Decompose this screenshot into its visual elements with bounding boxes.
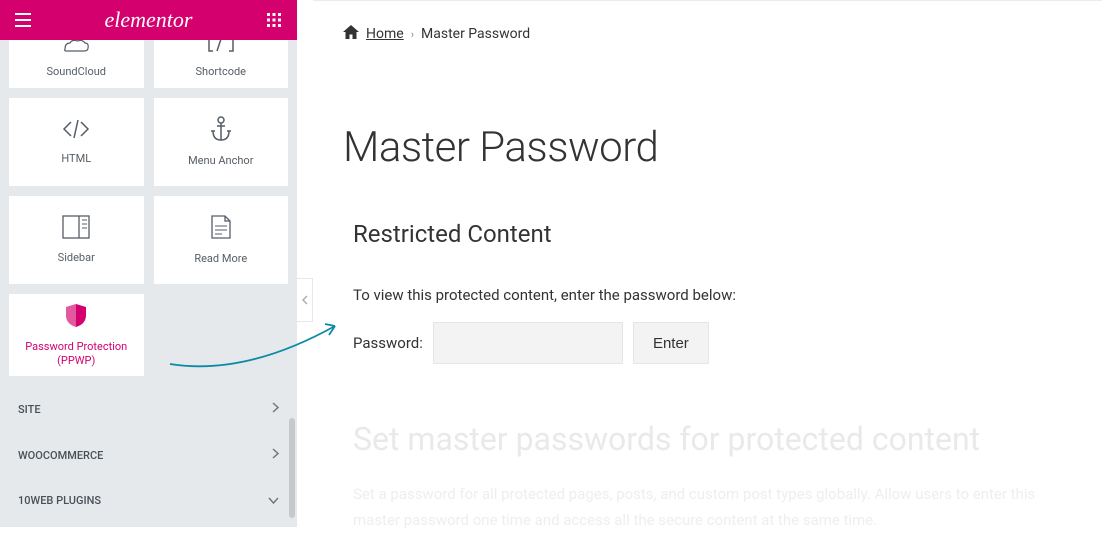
restricted-heading: Restricted Content [343, 220, 1072, 248]
collapse-sidebar-handle[interactable] [297, 278, 313, 322]
breadcrumb-separator: › [411, 28, 414, 41]
chevron-right-icon [272, 402, 279, 416]
password-label: Password: [353, 334, 423, 352]
section-header-woocommerce[interactable]: WOOCOMMERCE [0, 432, 297, 478]
widget-label: SoundCloud [46, 65, 106, 79]
section-header-site[interactable]: SITE [0, 386, 297, 432]
widget-grid: SoundCloud Shortcode HTML Menu Anchor [0, 40, 297, 386]
section-label: SITE [18, 403, 41, 416]
password-form-row: Password: Enter [343, 322, 1072, 364]
password-input[interactable] [433, 322, 623, 364]
preview-pane: Home › Master Password Master Password R… [313, 0, 1102, 527]
shortcode-icon [207, 40, 235, 57]
widget-label: Read More [194, 252, 247, 266]
watermark-title: Set master passwords for protected conte… [343, 420, 1072, 458]
breadcrumb-home-link[interactable]: Home [366, 26, 404, 42]
widget-card-html[interactable]: HTML [9, 98, 144, 186]
chevron-right-icon [272, 448, 279, 462]
widget-card-ppwp[interactable]: Password Protection (PPWP) [9, 294, 144, 376]
breadcrumb-current: Master Password [421, 26, 530, 42]
brand-logo: elementor [105, 7, 193, 33]
sidebar-body: SoundCloud Shortcode HTML Menu Anchor [0, 40, 297, 527]
widget-label: HTML [61, 152, 91, 166]
hamburger-menu-icon[interactable] [14, 11, 32, 29]
widget-label: Menu Anchor [188, 154, 253, 168]
widget-card-read-more[interactable]: Read More [154, 196, 289, 284]
widget-card-sidebar[interactable]: Sidebar [9, 196, 144, 284]
chevron-down-icon [268, 494, 279, 507]
section-label: WOOCOMMERCE [18, 449, 103, 462]
widget-label: Sidebar [58, 251, 95, 265]
widget-label: Shortcode [195, 65, 246, 79]
html-icon [61, 118, 91, 144]
widget-card-soundcloud[interactable]: SoundCloud [9, 40, 144, 88]
watermark-description: Set a password for all protected pages, … [343, 482, 1072, 533]
widget-label: Password Protection (PPWP) [25, 340, 127, 369]
read-more-icon [210, 214, 232, 244]
widget-card-shortcode[interactable]: Shortcode [154, 40, 289, 88]
soundcloud-icon [62, 40, 90, 57]
home-icon [343, 25, 359, 43]
widget-card-menu-anchor[interactable]: Menu Anchor [154, 98, 289, 186]
section-label: 10WEB PLUGINS [18, 494, 101, 507]
restricted-description: To view this protected content, enter th… [343, 286, 1072, 304]
scrollbar[interactable] [289, 418, 295, 518]
sidebar-layout-icon [62, 215, 90, 243]
grid-menu-icon[interactable] [265, 11, 283, 29]
page-title: Master Password [343, 123, 1072, 172]
elementor-sidebar: elementor SoundCloud Shortcode [0, 0, 297, 527]
anchor-icon [209, 116, 233, 146]
breadcrumb: Home › Master Password [343, 25, 1072, 43]
shield-icon [64, 302, 88, 332]
section-header-10web-plugins[interactable]: 10WEB PLUGINS [0, 478, 297, 523]
enter-button[interactable]: Enter [633, 322, 709, 364]
sidebar-header: elementor [0, 0, 297, 40]
